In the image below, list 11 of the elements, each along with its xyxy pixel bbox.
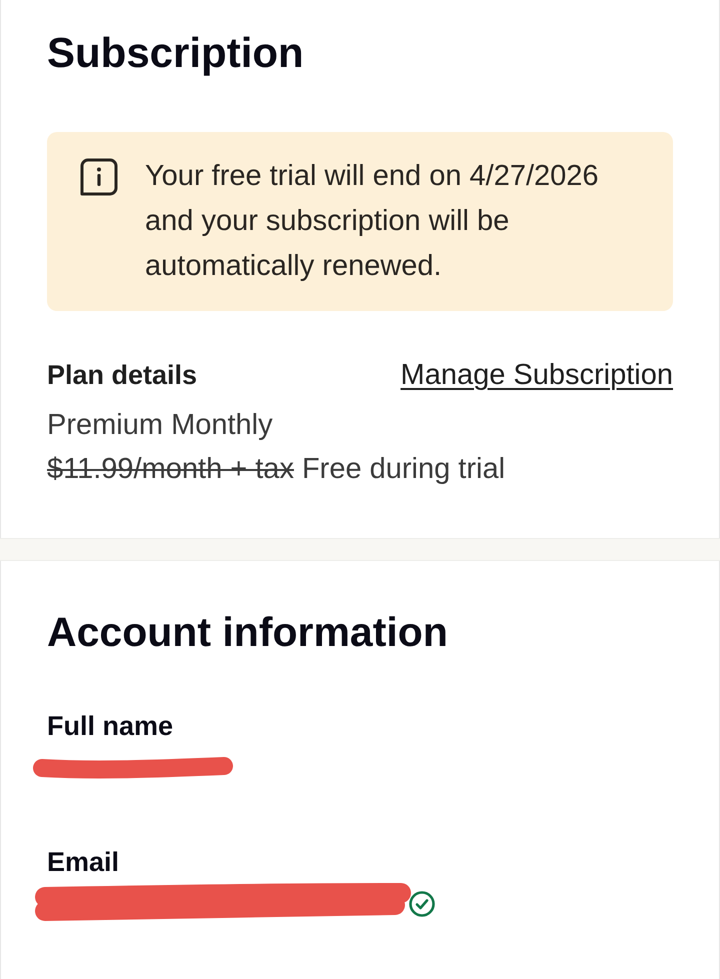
section-title: Subscription — [47, 30, 304, 76]
regular-price: $11.99/month + tax — [47, 452, 294, 487]
plan-name: Premium Monthly — [47, 408, 273, 443]
section-title: Account information — [47, 609, 448, 655]
info-icon — [80, 158, 118, 196]
trial-price: Free during trial — [302, 452, 506, 487]
plan-details-label: Plan details — [47, 359, 198, 392]
notice-text: Your free trial will end on 4/27/2026 and your subscription will be automatically renewed. — [145, 159, 600, 284]
field-label: Email — [47, 846, 120, 879]
field-label: Full name — [47, 710, 174, 743]
manage-subscription-link[interactable]: Manage Subscription — [400, 358, 673, 392]
